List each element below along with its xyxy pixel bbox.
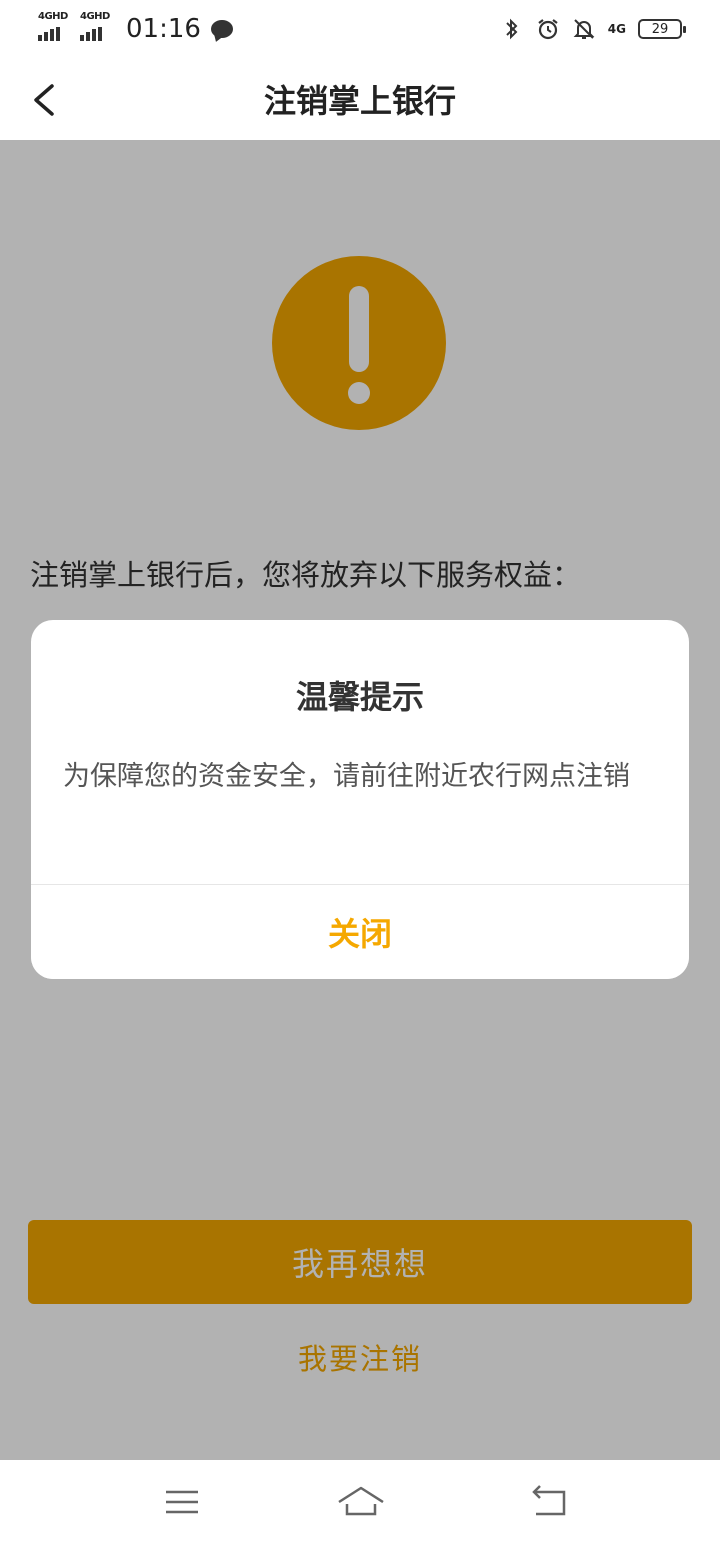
chat-bubble-icon <box>210 20 233 38</box>
close-button[interactable]: 关闭 <box>31 885 689 979</box>
home-icon[interactable] <box>336 1482 386 1522</box>
menu-icon[interactable] <box>162 1482 202 1522</box>
signal-2-label: 4GHD <box>80 11 110 22</box>
page-title: 注销掌上银行 <box>263 82 456 120</box>
status-left: 4GHD 4GHD 01:16 <box>38 11 233 44</box>
battery-level: 29 <box>651 21 669 37</box>
back-arrow-icon[interactable] <box>28 80 64 120</box>
mute-bell-icon <box>572 17 596 41</box>
bluetooth-icon <box>500 17 524 41</box>
app-header: 注销掌上银行 <box>0 58 720 140</box>
network-4g-label: 4G <box>607 22 626 36</box>
signal-2-icon: 4GHD <box>80 11 114 41</box>
dialog-title: 温馨提示 <box>295 678 424 716</box>
notice-dialog: 温馨提示 为保障您的资金安全，请前往附近农行网点注销 关闭 <box>31 620 689 979</box>
system-nav-bar <box>0 1460 720 1544</box>
alarm-icon <box>536 17 560 41</box>
back-nav-icon[interactable] <box>530 1482 570 1522</box>
signal-1-icon: 4GHD <box>38 11 72 41</box>
status-time: 01:16 <box>126 14 201 44</box>
status-right: 4G 29 <box>500 17 686 41</box>
dialog-message: 为保障您的资金安全，请前往附近农行网点注销 <box>63 761 630 792</box>
signal-1-label: 4GHD <box>38 11 68 22</box>
battery-icon: 29 <box>638 19 686 39</box>
status-bar: 4GHD 4GHD 01:16 4G 29 <box>0 0 720 58</box>
